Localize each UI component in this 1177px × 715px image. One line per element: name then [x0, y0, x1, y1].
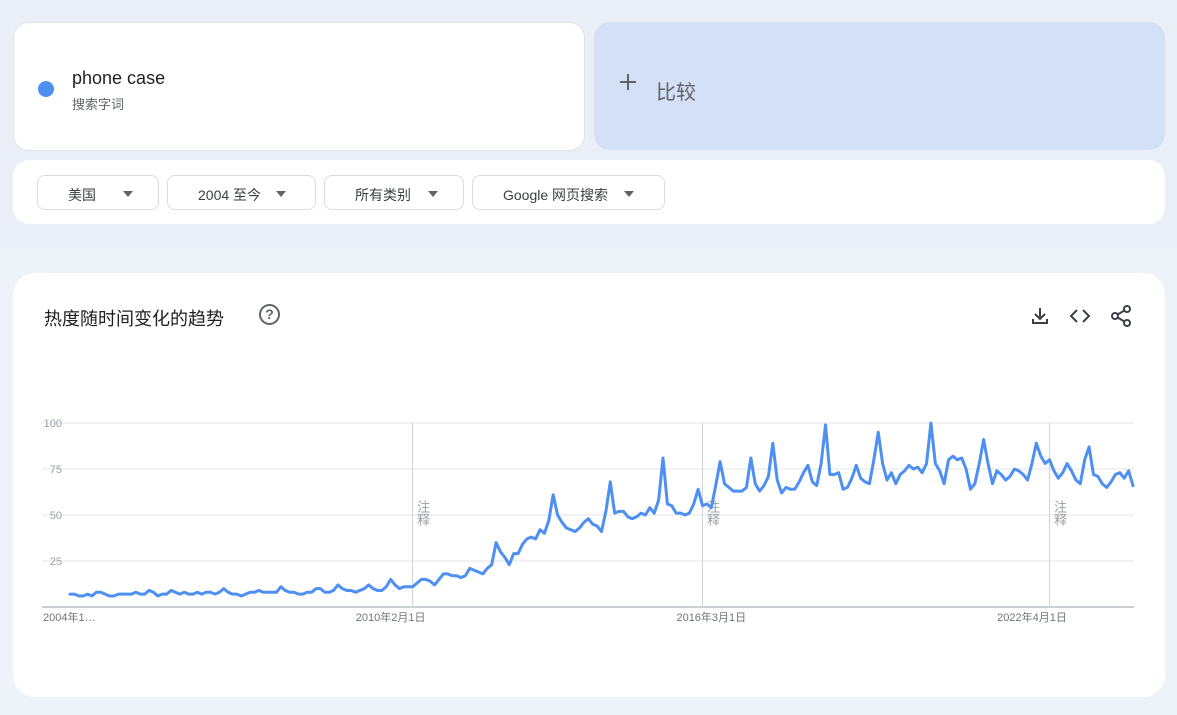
series-line	[68, 421, 1135, 598]
y-tick-label: 100	[44, 418, 62, 430]
y-tick-label: 50	[50, 510, 62, 522]
trend-line-chart: 注释 注释 注释 2550751002004年1… 2010年2月1日 2016年3月1…	[42, 418, 1135, 624]
x-tick-label: 2022年4月1日	[997, 610, 1067, 624]
y-tick-label: 25	[50, 556, 62, 568]
x-tick-label: 2004年1…	[43, 610, 96, 624]
x-tick-label: 2010年2月1日	[356, 610, 426, 624]
annotation-label: 注释	[1051, 500, 1067, 526]
series-layer	[68, 421, 1135, 598]
y-tick-label: 75	[50, 464, 62, 476]
annotation-label: 注释	[414, 500, 430, 526]
grid-layer	[42, 422, 1134, 608]
x-tick-label: 2016年3月1日	[676, 610, 746, 624]
